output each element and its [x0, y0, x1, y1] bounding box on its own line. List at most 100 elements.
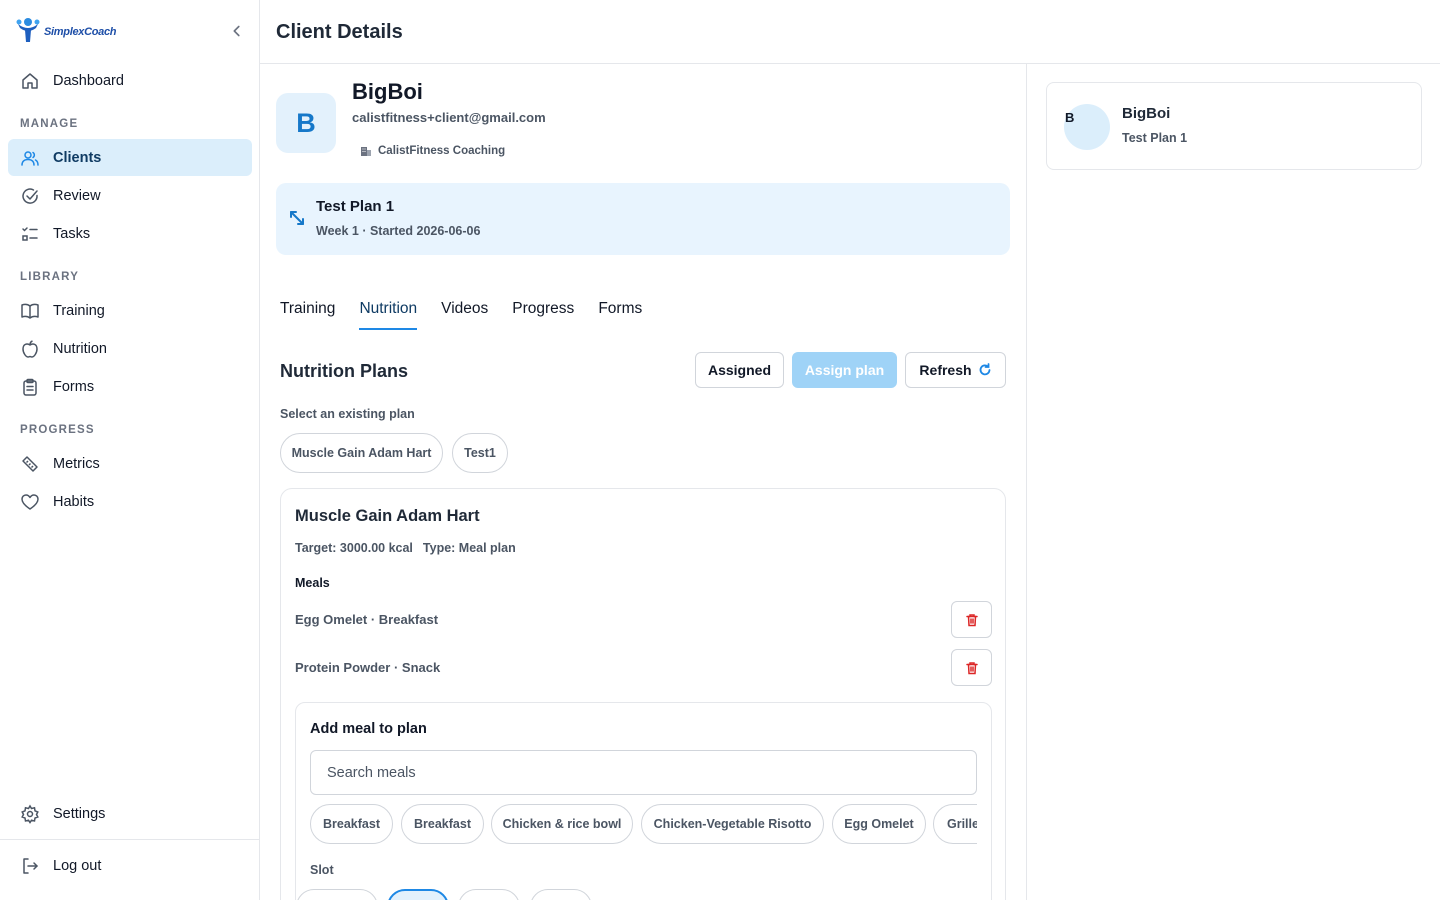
sidebar-item-label: Log out: [53, 857, 102, 874]
sidebar-section-progress: PROGRESS: [20, 424, 95, 436]
sidebar: SimplexCoach Dashboard MANAGE Clients Re…: [0, 0, 260, 900]
tab-progress[interactable]: Progress: [512, 300, 574, 330]
delete-meal-button[interactable]: [951, 601, 992, 638]
client-summary-name: BigBoi: [1122, 105, 1171, 122]
meal-option-chip[interactable]: Breakfast: [401, 804, 484, 844]
search-meals-input[interactable]: [310, 750, 977, 795]
users-icon: [21, 150, 39, 166]
meal-option-chip[interactable]: Chicken-Vegetable Risotto: [641, 804, 824, 844]
slot-option[interactable]: [530, 889, 592, 900]
sidebar-item-label: Tasks: [53, 225, 91, 242]
selected-plan-card: Muscle Gain Adam Hart Target: 3000.00 kc…: [280, 488, 1006, 900]
sidebar-item-settings[interactable]: Settings: [8, 795, 252, 832]
client-company: CalistFitness Coaching: [360, 145, 505, 157]
heart-icon: [21, 493, 39, 510]
meal-options: Breakfast Breakfast Chicken & rice bowl …: [310, 804, 977, 846]
trash-icon: [965, 661, 978, 674]
refresh-button[interactable]: Refresh: [905, 352, 1006, 388]
tab-nutrition[interactable]: Nutrition: [359, 300, 417, 330]
sidebar-item-label: Review: [53, 187, 101, 204]
meals-label: Meals: [295, 576, 330, 590]
page-header: Client Details: [260, 0, 1440, 64]
home-icon: [22, 72, 38, 89]
tab-forms[interactable]: Forms: [598, 300, 642, 330]
sidebar-item-label: Metrics: [53, 455, 100, 472]
client-tabs: Training Nutrition Videos Progress Forms: [280, 300, 642, 330]
assigned-button[interactable]: Assigned: [695, 352, 784, 388]
meal-option-chip[interactable]: Chicken & rice bowl: [491, 804, 633, 844]
assign-plan-button[interactable]: Assign plan: [792, 352, 897, 388]
check-circle-icon: [22, 187, 38, 204]
brand-logo-icon: [16, 18, 40, 42]
client-email: calistfitness+client@gmail.com: [352, 110, 546, 125]
sidebar-item-logout[interactable]: Log out: [8, 847, 252, 884]
meal-item: Egg Omelet · Breakfast: [295, 612, 439, 627]
sidebar-item-label: Forms: [53, 378, 95, 395]
logout-icon: [23, 857, 38, 874]
selected-plan-meta: Target: 3000.00 kcal Type: Meal plan: [295, 541, 516, 555]
sidebar-item-label: Dashboard: [53, 72, 124, 89]
sidebar-item-forms[interactable]: Forms: [8, 368, 252, 405]
book-icon: [21, 303, 39, 319]
sidebar-item-tasks[interactable]: Tasks: [8, 215, 252, 252]
panel-divider: [1026, 64, 1027, 900]
client-avatar-initial: B: [1065, 110, 1075, 125]
sidebar-item-nutrition[interactable]: Nutrition: [8, 330, 252, 367]
current-plan-subtitle: Week 1 · Started 2026-06-06: [316, 224, 481, 238]
select-plan-label: Select an existing plan: [280, 407, 415, 421]
sidebar-divider: [0, 839, 260, 840]
meal-item: Protein Powder · Snack: [295, 660, 441, 675]
refresh-button-label: Refresh: [919, 362, 972, 378]
existing-plan-chip[interactable]: Test1: [452, 433, 508, 473]
expand-icon[interactable]: [288, 209, 306, 227]
slot-option[interactable]: [296, 889, 378, 900]
page-title: Client Details: [276, 21, 403, 43]
slot-option-selected[interactable]: [387, 889, 449, 900]
sidebar-section-manage: MANAGE: [20, 118, 79, 130]
plan-target: Target: 3000.00 kcal: [295, 541, 413, 555]
sidebar-item-dashboard[interactable]: Dashboard: [8, 62, 252, 99]
tab-training[interactable]: Training: [280, 300, 335, 330]
sidebar-item-habits[interactable]: Habits: [8, 483, 252, 520]
task-list-icon: [22, 226, 38, 241]
selected-plan-title: Muscle Gain Adam Hart: [295, 507, 480, 525]
nutrition-plans-title: Nutrition Plans: [280, 361, 409, 381]
client-summary-plan: Test Plan 1: [1122, 131, 1188, 145]
current-plan-banner[interactable]: Test Plan 1 Week 1 · Started 2026-06-06: [276, 183, 1010, 255]
existing-plan-chip[interactable]: Muscle Gain Adam Hart: [280, 433, 443, 473]
plan-type: Type: Meal plan: [422, 541, 516, 555]
sidebar-section-library: LIBRARY: [20, 271, 80, 283]
slot-option[interactable]: [458, 889, 520, 900]
meal-option-chip[interactable]: Grille: [933, 804, 977, 844]
add-meal-panel: Add meal to plan Breakfast Breakfast Chi…: [295, 702, 992, 900]
client-avatar: B: [276, 93, 336, 153]
meal-option-chip[interactable]: Egg Omelet: [832, 804, 926, 844]
sidebar-item-label: Settings: [53, 805, 106, 822]
sidebar-item-label: Nutrition: [53, 340, 107, 357]
sidebar-item-label: Clients: [53, 149, 102, 166]
collapse-sidebar-icon[interactable]: [228, 22, 246, 40]
sidebar-item-review[interactable]: Review: [8, 177, 252, 214]
ruler-icon: [22, 455, 38, 472]
delete-meal-button[interactable]: [951, 649, 992, 686]
sidebar-item-training[interactable]: Training: [8, 292, 252, 329]
gear-icon: [21, 804, 39, 824]
client-details-main: B BigBoi calistfitness+client@gmail.com …: [260, 64, 1027, 900]
building-icon: [361, 147, 371, 156]
slot-label: Slot: [310, 863, 334, 877]
client-summary-card[interactable]: B BigBoi Test Plan 1: [1046, 82, 1422, 170]
brand-name: SimplexCoach: [44, 26, 117, 38]
sidebar-item-clients[interactable]: Clients: [8, 139, 252, 176]
sidebar-item-metrics[interactable]: Metrics: [8, 445, 252, 482]
client-company-name: CalistFitness Coaching: [378, 145, 506, 157]
refresh-icon: [979, 363, 990, 376]
add-meal-title: Add meal to plan: [310, 721, 427, 737]
trash-icon: [965, 613, 978, 626]
tab-videos[interactable]: Videos: [441, 300, 488, 330]
clipboard-icon: [23, 378, 37, 396]
meal-option-chip[interactable]: Breakfast: [310, 804, 393, 844]
brand-logo[interactable]: SimplexCoach: [14, 16, 117, 44]
sidebar-item-label: Habits: [53, 493, 95, 510]
sidebar-item-label: Training: [53, 302, 105, 319]
apple-icon: [22, 339, 38, 358]
